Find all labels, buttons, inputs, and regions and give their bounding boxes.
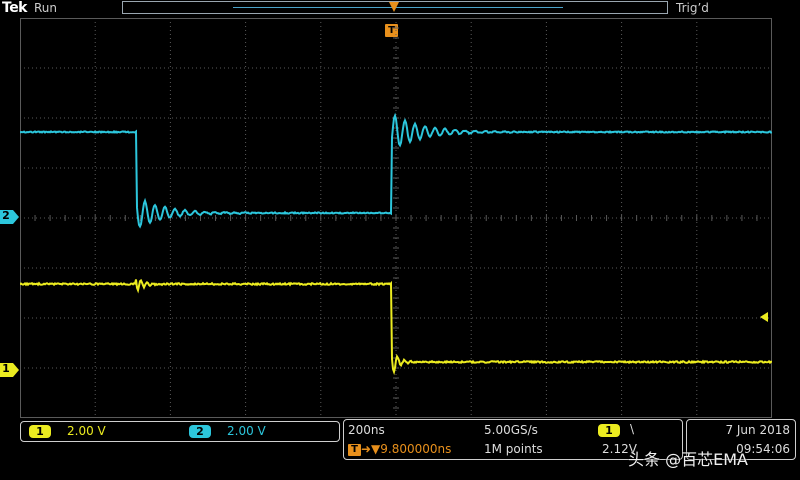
- ch2-scale: 2.00 V: [227, 424, 266, 438]
- delay-value: 9.800000ns: [380, 442, 451, 456]
- ch1-waveform: [20, 280, 772, 372]
- trigger-delay-icon: T: [348, 444, 361, 456]
- ch2-ground-marker[interactable]: 2: [0, 209, 18, 223]
- ch1-scale: 2.00 V: [67, 424, 106, 438]
- acquisition-state: Run: [34, 1, 57, 15]
- record-length: 1M points: [484, 442, 543, 456]
- horizontal-delay: T ➜▼9.800000ns: [348, 442, 451, 456]
- time-per-div: 200ns: [348, 423, 385, 437]
- ch2-waveform: [20, 116, 772, 227]
- watermark-text: 头条 @百芯EMA: [628, 446, 748, 470]
- trigger-level-marker[interactable]: [760, 312, 768, 322]
- channel-scale-box[interactable]: 1 2.00 V 2 2.00 V: [20, 421, 340, 442]
- trigger-slope-icon: \: [630, 422, 634, 436]
- delay-arrow-icon: ➜▼: [361, 442, 380, 456]
- brand-logo: Tek: [2, 0, 27, 16]
- trigger-state: Trig’d: [676, 1, 709, 15]
- top-status-bar: Tek Run Trig’d: [0, 0, 800, 18]
- date-display: 7 Jun 2018: [725, 423, 790, 437]
- ch1-badge[interactable]: 1: [29, 425, 51, 438]
- ch1-ground-marker[interactable]: 1: [0, 362, 18, 376]
- sample-rate: 5.00GS/s: [484, 423, 538, 437]
- trigger-position-arrow-icon: [389, 2, 399, 12]
- trigger-source-badge[interactable]: 1: [598, 424, 620, 437]
- ch2-badge[interactable]: 2: [189, 425, 211, 438]
- waveform-display[interactable]: [20, 18, 772, 418]
